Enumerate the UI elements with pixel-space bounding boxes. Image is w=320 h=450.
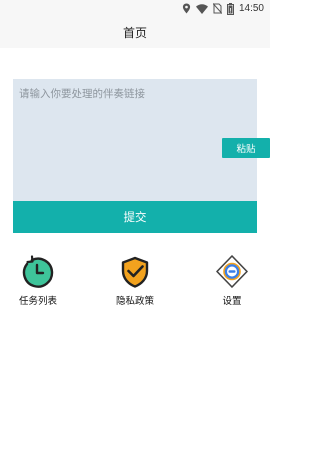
page-title: 首页 [122, 26, 147, 40]
task-list-label: 任务列表 [18, 296, 57, 307]
status-icons: ! 14:50 [182, 2, 264, 15]
app-header: 首页 [0, 17, 270, 48]
submit-button[interactable]: 提交 [13, 201, 257, 233]
paste-button[interactable]: 粘贴 [222, 138, 270, 158]
status-bar: ! 14:50 [0, 0, 270, 17]
wifi-icon [195, 3, 208, 14]
settings-item[interactable]: 设置 [202, 255, 262, 307]
svg-text:!: ! [229, 8, 231, 14]
paste-button-label: 粘贴 [236, 144, 256, 155]
no-sim-icon [212, 3, 222, 14]
shield-check-icon [121, 256, 149, 288]
submit-button-label: 提交 [123, 210, 147, 224]
location-icon [182, 3, 191, 14]
status-time: 14:50 [238, 3, 264, 14]
task-list-item[interactable]: 任务列表 [8, 255, 68, 307]
battery-icon: ! [226, 2, 234, 15]
clock-refresh-icon [22, 255, 54, 288]
privacy-policy-item[interactable]: 隐私政策 [105, 255, 165, 307]
settings-label: 设置 [222, 296, 242, 307]
accompaniment-link-input[interactable] [13, 79, 257, 201]
privacy-policy-label: 隐私政策 [115, 296, 154, 307]
settings-gear-icon [216, 255, 248, 288]
